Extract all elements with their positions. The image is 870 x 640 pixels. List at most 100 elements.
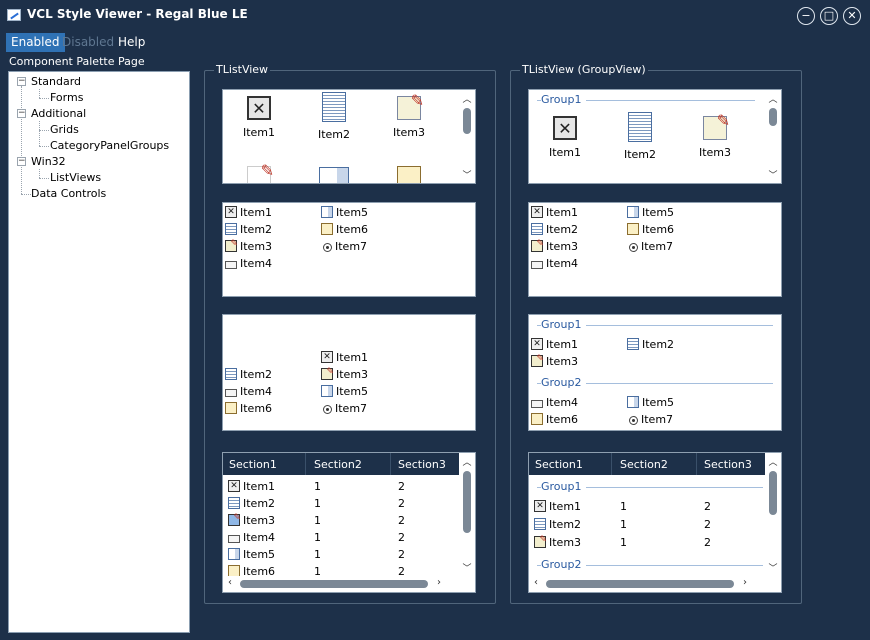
scroll-thumb[interactable] [463, 108, 471, 134]
icon-item6[interactable] [379, 166, 439, 183]
tree-node-data-controls[interactable]: Data Controls [31, 187, 106, 200]
scroll-up-icon[interactable]: ︿ [765, 455, 781, 468]
list-item6[interactable]: Item6 [321, 223, 368, 236]
list-item3[interactable]: Item3 [531, 238, 578, 253]
group-header-group1[interactable]: Group1 [541, 318, 586, 331]
list-item1[interactable]: Item1 [531, 206, 578, 219]
groupview-smallicon[interactable]: Item1 Item2 Item3 Item4 Item5 Item6 Item… [528, 202, 782, 297]
scroll-thumb[interactable] [240, 580, 428, 588]
scroll-down-icon[interactable]: ﹀ [765, 168, 781, 181]
group-header-group1[interactable]: Group1 [541, 93, 586, 106]
scroll-thumb[interactable] [769, 471, 777, 515]
icon-item5[interactable] [304, 167, 364, 183]
list-item6[interactable]: Item6 [531, 413, 578, 426]
icon-item2[interactable]: Item2 [304, 92, 364, 141]
scroll-thumb[interactable] [546, 580, 734, 588]
groupview-icon-vscroll[interactable]: ︿ ﹀ [765, 90, 781, 183]
column-header-section1[interactable]: Section1 [229, 458, 277, 471]
groupview-report-hscroll[interactable]: ‹ › [529, 576, 767, 592]
listview-smallicon[interactable]: Item1 Item2 Item3 Item4 Item5 Item6 Item… [222, 202, 476, 297]
close-button[interactable]: ✕ [843, 7, 861, 25]
list-item3[interactable]: Item3 [225, 238, 272, 253]
list-item1[interactable]: Item1 [321, 351, 368, 364]
table-row[interactable]: Item3 [228, 512, 275, 527]
list-item5[interactable]: Item5 [627, 396, 674, 409]
list-item4[interactable]: Item4 [225, 257, 272, 270]
icon-item3[interactable]: Item3 [685, 111, 745, 159]
maximize-button[interactable]: □ [820, 7, 838, 25]
table-row[interactable]: Item1 [534, 500, 581, 513]
table-row[interactable]: Item2 [534, 518, 581, 531]
expander-standard[interactable]: − [17, 77, 26, 86]
menu-help[interactable]: Help [113, 33, 150, 52]
menu-enabled[interactable]: Enabled [6, 33, 65, 52]
list-item7[interactable]: Item7 [321, 402, 367, 415]
scroll-left-icon[interactable]: ‹ [534, 577, 538, 588]
scroll-down-icon[interactable]: ﹀ [765, 561, 781, 574]
scroll-up-icon[interactable]: ︿ [765, 92, 781, 105]
column-header-section3[interactable]: Section3 [398, 458, 446, 471]
list-item5[interactable]: Item5 [627, 206, 674, 219]
list-item2[interactable]: Item2 [531, 223, 578, 236]
groupview-list[interactable]: Group1 Item1 Item2 Item3 Group2 Item4 It… [528, 314, 782, 431]
list-item2[interactable]: Item2 [627, 338, 674, 351]
icon-item1[interactable]: Item1 [229, 96, 289, 139]
list-item4[interactable]: Item4 [531, 257, 578, 270]
component-palette-tree[interactable]: − Standard Forms − Additional Grids Cate… [8, 71, 190, 633]
table-row[interactable]: Item2 [228, 497, 275, 510]
listview-report[interactable]: Section1 Section2 Section3 Item1 1 2 Ite… [222, 452, 476, 593]
group-header-group2[interactable]: Group2 [541, 558, 586, 571]
list-item6[interactable]: Item6 [627, 223, 674, 236]
tree-node-standard[interactable]: Standard [31, 75, 81, 88]
icon-item3[interactable]: Item3 [379, 91, 439, 139]
icon-item1[interactable]: Item1 [535, 116, 595, 159]
list-item3[interactable]: Item3 [531, 353, 578, 368]
expander-win32[interactable]: − [17, 157, 26, 166]
expander-additional[interactable]: − [17, 109, 26, 118]
scroll-thumb[interactable] [769, 108, 777, 126]
listview-icon[interactable]: Item1 Item2 Item3 ︿ ﹀ [222, 89, 476, 184]
table-row[interactable]: Item5 [228, 548, 275, 561]
list-item2[interactable]: Item2 [225, 223, 272, 236]
scroll-up-icon[interactable]: ︿ [459, 455, 475, 468]
tree-node-categorypanelgroups[interactable]: CategoryPanelGroups [50, 139, 169, 152]
list-item1[interactable]: Item1 [531, 338, 578, 351]
scroll-up-icon[interactable]: ︿ [459, 92, 475, 105]
list-item3[interactable]: Item3 [321, 366, 368, 381]
groupview-icon[interactable]: Group1 Item1 Item2 Item3 ︿ ﹀ [528, 89, 782, 184]
list-item7[interactable]: Item7 [627, 413, 673, 426]
list-item5[interactable]: Item5 [321, 385, 368, 398]
table-row[interactable]: Item3 [534, 534, 581, 549]
tree-node-forms[interactable]: Forms [50, 91, 83, 104]
scroll-right-icon[interactable]: › [437, 577, 441, 588]
icon-item4[interactable] [229, 161, 289, 183]
scroll-down-icon[interactable]: ﹀ [459, 561, 475, 574]
scroll-down-icon[interactable]: ﹀ [459, 168, 475, 181]
list-item5[interactable]: Item5 [321, 206, 368, 219]
scroll-left-icon[interactable]: ‹ [228, 577, 232, 588]
column-header-section1[interactable]: Section1 [535, 458, 583, 471]
list-item6[interactable]: Item6 [225, 402, 272, 415]
list-item2[interactable]: Item2 [225, 368, 272, 381]
list-item4[interactable]: Item4 [531, 396, 578, 409]
listview-list[interactable]: Item1 Item2 Item3 Item4 Item5 Item6 Item… [222, 314, 476, 431]
group-header-group1[interactable]: Group1 [541, 480, 586, 493]
tree-node-win32[interactable]: Win32 [31, 155, 66, 168]
icon-item2[interactable]: Item2 [610, 112, 670, 161]
table-row[interactable]: Item4 [228, 531, 275, 544]
list-item7[interactable]: Item7 [321, 240, 367, 253]
list-item7[interactable]: Item7 [627, 240, 673, 253]
column-header-section2[interactable]: Section2 [620, 458, 668, 471]
report-vscroll[interactable]: ︿ ﹀ [459, 453, 475, 576]
scroll-thumb[interactable] [463, 471, 471, 533]
list-item4[interactable]: Item4 [225, 385, 272, 398]
list-item1[interactable]: Item1 [225, 206, 272, 219]
scroll-right-icon[interactable]: › [743, 577, 747, 588]
minimize-button[interactable]: − [797, 7, 815, 25]
column-header-section2[interactable]: Section2 [314, 458, 362, 471]
icon-view-vscroll[interactable]: ︿ ﹀ [459, 90, 475, 183]
groupview-report[interactable]: Section1 Section2 Section3 Group1 Item1 … [528, 452, 782, 593]
groupview-report-vscroll[interactable]: ︿ ﹀ [765, 453, 781, 576]
group-header-group2[interactable]: Group2 [541, 376, 586, 389]
tree-node-grids[interactable]: Grids [50, 123, 79, 136]
